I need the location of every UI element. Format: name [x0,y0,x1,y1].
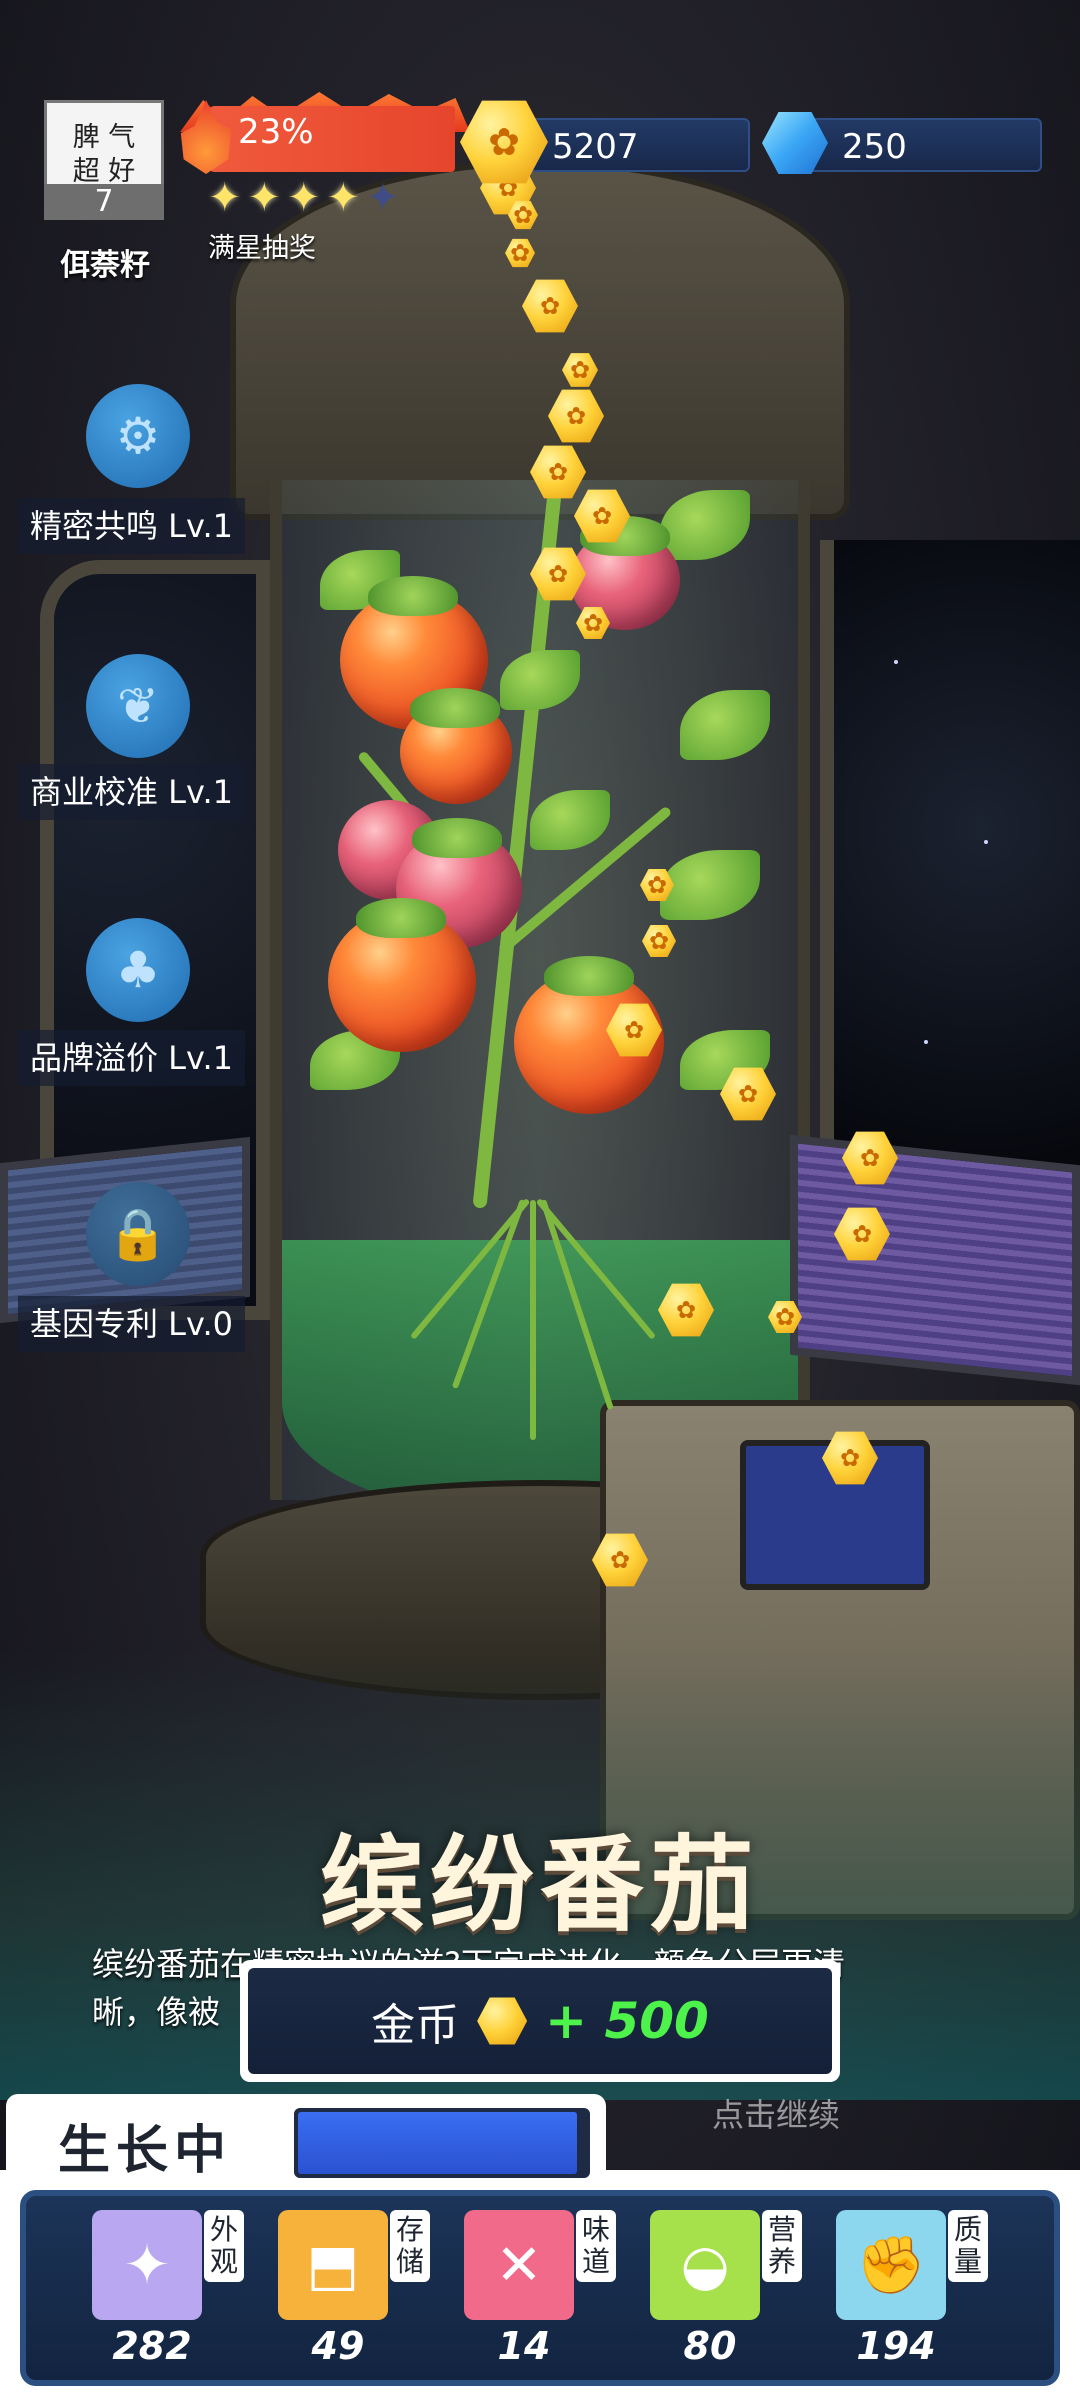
gold-coin-icon [477,1997,528,2045]
leaf [680,690,770,760]
plant-name-label: 佴萘籽 [60,248,150,283]
star-dot [894,660,898,664]
growth-progress-bar [294,2108,590,2178]
skill-label[interactable]: 精密共鸣 Lv.1 [18,498,245,554]
leaf [660,850,760,920]
gold-amount: 5207 [552,127,639,167]
stat-value: 14 [497,2324,551,2368]
stat-tag: 营养 [762,2210,802,2282]
tap-to-continue[interactable]: 点击继续 [712,2090,840,2136]
lab-monitor-right [790,1134,1080,1386]
skill-label[interactable]: 基因专利 Lv.0 [18,1296,245,1352]
star-filled-icon: ✦ [208,175,242,221]
plant-title: 缤纷番茄 [319,1823,760,1946]
plant-root [530,1200,536,1440]
box-icon[interactable]: ⬒ [278,2210,388,2320]
gear-plant-icon[interactable]: ⚙ [86,384,190,488]
plant-root [535,1198,656,1340]
utensils-icon[interactable]: ✕ [464,2210,574,2320]
lock-icon[interactable]: 🔒 [86,1182,190,1286]
star-dot [924,1040,928,1044]
star-filled-icon: ✦ [326,175,361,221]
full-star-lottery-label[interactable]: 满星抽奖 [208,226,316,265]
stat-value: 49 [311,2324,365,2368]
lemon-icon[interactable]: ◒ [650,2210,760,2320]
reward-popup[interactable]: 金币 + 500 [240,1960,840,2082]
tomato-calyx [356,898,446,938]
mood-line-1: 脾 气 [72,122,136,153]
plant-root [410,1198,531,1340]
reward-label: 金币 [371,2000,460,2051]
stat-tag: 味道 [576,2210,616,2282]
star-filled-icon: ✦ [247,175,282,221]
tomato-plant[interactable] [300,470,800,1510]
stat-tag: 外观 [204,2210,244,2282]
reward-amount: + 500 [545,1992,709,2050]
plant-root [540,1199,614,1411]
tomato-calyx [368,576,458,616]
fire-percent: 23% [238,112,314,152]
stat-value: 80 [683,2324,737,2368]
leaf-icon[interactable]: ❦ [86,654,190,758]
stat-value: 282 [112,2324,192,2368]
stat-tag: 存储 [390,2210,430,2282]
skill-label[interactable]: 商业校准 Lv.1 [18,764,245,820]
leaf [660,490,750,560]
star-empty-icon: ✦ [366,175,400,221]
stat-tag: 质量 [948,2210,988,2282]
star-rating[interactable]: ✦ ✦ ✦ ✦ ✦ [208,176,400,220]
mood-level: 7 [44,184,164,220]
growth-progress-fill [298,2112,578,2174]
tomato-calyx [544,956,634,996]
growth-status-label: 生长中 [58,2121,233,2181]
skill-label[interactable]: 品牌溢价 Lv.1 [18,1030,245,1086]
tomato-calyx [412,818,502,858]
tomato-calyx [410,688,500,728]
reward-inner: 金币 + 500 [248,1968,832,2074]
plant-root [451,1198,526,1389]
leaf [530,790,610,850]
leaf [500,650,580,710]
gold-counter[interactable]: 5207 [520,118,750,172]
sparkle-icon[interactable]: ✦ [92,2210,202,2320]
star-filled-icon: ✦ [287,175,321,221]
muscle-icon[interactable]: ✊ [836,2210,946,2320]
stat-value: 194 [856,2324,936,2368]
crops-icon[interactable]: ♣ [86,918,190,1022]
star-dot [984,840,988,844]
stats-panel: ✦ 外观 282 ⬒ 存储 49 ✕ 味道 14 ◒ 营养 80 ✊ 质量 19… [20,2190,1060,2386]
